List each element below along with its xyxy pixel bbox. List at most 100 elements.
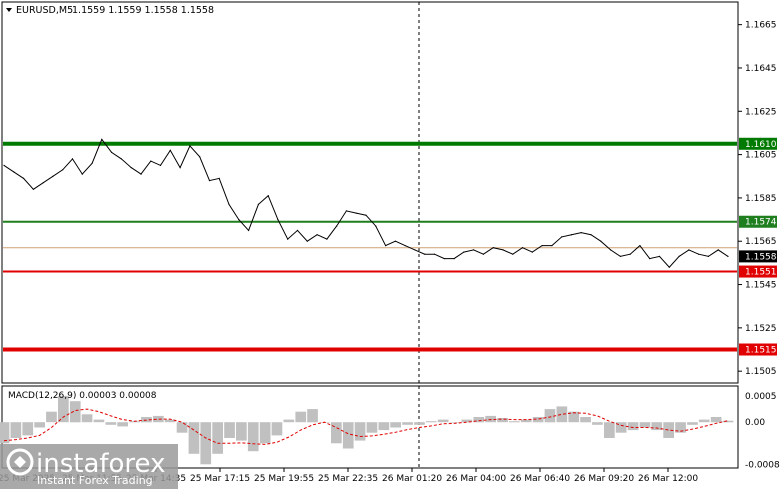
price-point [81,173,83,175]
macd-y-tick-label: 0.00 [745,418,765,428]
macd-bar [46,411,57,423]
price-point [199,156,201,158]
price-point [668,266,670,268]
macd-bar [295,411,307,423]
macd-bar [687,422,698,425]
macd-bar [402,422,413,425]
macd-bar [604,422,615,438]
macd-bar [10,422,22,438]
price-point [296,229,299,231]
price-point [561,236,563,238]
x-tick-label: 26 Mar 01:20 [382,474,442,484]
level-price-label: 1.1515 [745,346,777,356]
price-point [394,240,396,242]
price-point [150,160,152,162]
macd-bar [414,422,425,425]
price-point [316,234,318,236]
price-point [639,245,641,247]
price-point [267,195,269,197]
macd-bar [283,419,295,423]
y-tick-label: 1.1585 [745,194,777,204]
price-point [120,158,122,160]
price-point [385,245,387,247]
price-point [482,253,484,255]
macd-bar [497,418,508,423]
price-point [443,258,445,260]
macd-bar [425,421,437,423]
price-point [541,245,543,247]
price-point [287,238,289,240]
price-point [169,149,171,151]
price-point [707,255,710,257]
price-point [218,177,220,179]
price-point [130,167,132,169]
price-point [248,229,250,231]
main-panel [1,1,739,384]
symbol-label: EURUSD,M5 [16,5,73,16]
x-tick-label: 25 Mar 22:35 [318,474,378,484]
macd-bar [22,422,34,436]
price-point [463,251,465,253]
price-point [610,249,612,251]
y-tick-label: 1.1565 [745,237,777,247]
x-tick-label: 26 Mar 04:00 [446,474,506,484]
y-tick-label: 1.1605 [745,151,777,161]
price-point [3,164,5,166]
x-tick-label: 26 Mar 06:40 [510,474,570,484]
instaforex-watermark: instaforex Instant Forex Trading [0,444,178,489]
price-point [159,164,162,166]
y-tick-label: 1.1665 [745,21,777,31]
price-point [521,247,524,249]
price-point [277,219,279,221]
price-point [208,180,211,182]
macd-bar [710,417,722,423]
price-point [473,249,475,251]
macd-bar [307,409,318,423]
price-point [570,234,573,236]
x-tick-label: 25 Mar 17:15 [190,474,250,484]
price-point [42,182,44,184]
y-tick-label: 1.1645 [745,64,777,74]
price-point [531,251,533,253]
macd-bar [378,422,390,431]
price-point [71,158,74,160]
y-tick-label: 1.1505 [745,367,777,377]
price-point [512,253,514,255]
price-point [101,138,103,140]
macd-y-tick-label: -0.0008 [745,460,780,470]
price-point [404,245,406,247]
price-point [502,249,504,251]
eurusd-chart[interactable]: 1.1665 1.1645 1.1625 1.1605 1.1585 1.1565 1.15… [0,0,781,489]
price-point [189,145,191,147]
price-point [345,210,347,212]
price-point [580,232,582,234]
price-point [678,255,680,257]
x-tick-label: 25 Mar 19:55 [254,474,314,484]
price-point [32,188,35,190]
price-point [600,240,602,242]
price-point [698,253,700,255]
current-price-label: 1.1558 [745,252,777,262]
macd-bar [188,422,200,454]
price-point [23,177,25,179]
price-point [688,249,690,251]
price-point [375,225,377,227]
y-tick-label: 1.1545 [745,281,777,291]
price-point [13,171,15,173]
macd-bar [176,422,188,433]
macd-bar [224,422,235,438]
macd-bar [69,401,81,423]
macd-title: MACD(12,26,9) 0.00003 0.00008 [8,391,157,401]
price-point [590,234,592,236]
price-point [629,253,631,255]
price-point [306,240,308,242]
macd-bar [627,422,639,431]
macd-bar [342,422,354,449]
price-point [619,255,622,257]
price-point [355,212,357,214]
price-point [179,167,181,169]
macd-bar [259,422,271,444]
price-point [433,253,436,255]
watermark-tagline: Instant Forex Trading [37,474,153,487]
price-point [492,247,494,249]
